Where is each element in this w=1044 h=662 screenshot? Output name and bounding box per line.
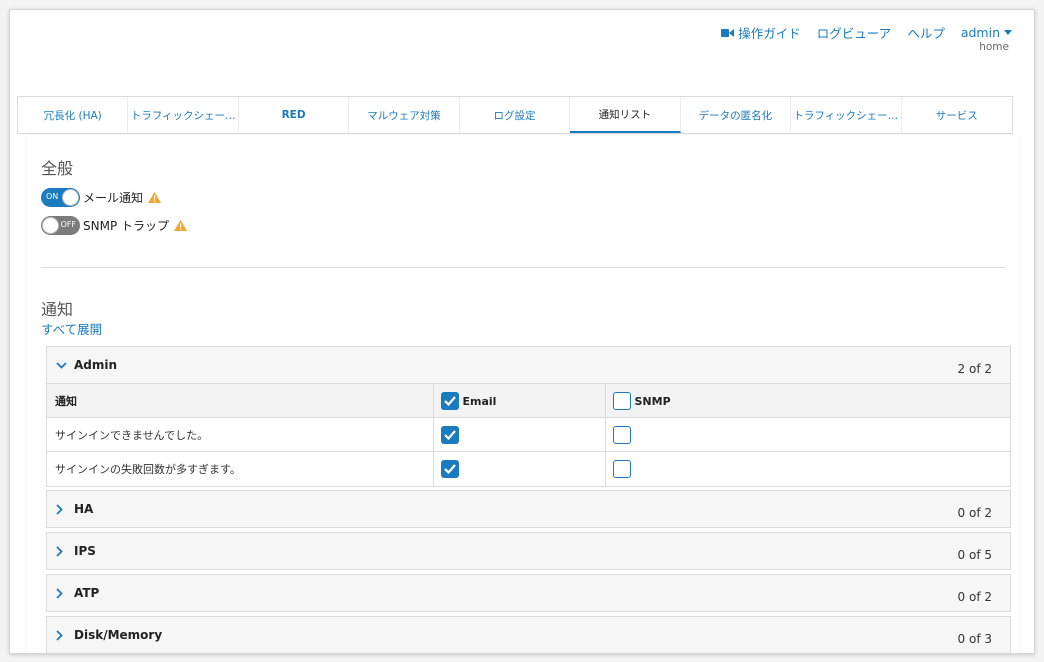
- header: 操作ガイド ログビューア ヘルプ admin home: [10, 10, 1034, 96]
- main-content: 全般 ON メール通知 OFF SNMP トラップ 通知 すべて展開 Admin…: [27, 135, 1019, 653]
- tab-bar: 冗長化 (HA) トラフィックシェー… RED マルウェア対策 ログ設定 通知リ…: [17, 96, 1013, 134]
- group-name: HA: [74, 502, 94, 516]
- chevron-right-icon: [56, 545, 70, 557]
- toggle-state-label: OFF: [60, 220, 77, 229]
- app-window: 操作ガイド ログビューア ヘルプ admin home 冗長化 (HA) トラフ…: [9, 9, 1035, 654]
- snmp-trap-row: OFF SNMP トラップ: [41, 216, 187, 235]
- snmp-select-all-checkbox[interactable]: [612, 391, 631, 410]
- chevron-right-icon: [56, 587, 70, 599]
- caret-down-icon: [1004, 30, 1012, 35]
- log-viewer-link[interactable]: ログビューア: [817, 23, 892, 42]
- admin-notification-table: 通知 Email SNMP サインインできませんでした。 サインインの失敗回数が…: [47, 383, 1010, 486]
- group-count: 0 of 2: [957, 590, 992, 604]
- tab-traffic-shaping-2[interactable]: トラフィックシェー…: [791, 97, 902, 133]
- tab-red[interactable]: RED: [239, 97, 350, 133]
- snmp-checkbox[interactable]: [612, 459, 631, 478]
- group-ips: IPS 0 of 5: [46, 532, 1011, 570]
- group-count: 0 of 5: [957, 548, 992, 562]
- group-ha-header[interactable]: HA 0 of 2: [47, 491, 1010, 527]
- tab-services[interactable]: サービス: [902, 97, 1012, 133]
- email-checkbox[interactable]: [440, 425, 459, 444]
- user-menu[interactable]: admin: [961, 25, 1012, 40]
- group-atp: ATP 0 of 2: [46, 574, 1011, 612]
- snmp-trap-label: SNMP トラップ: [83, 219, 169, 233]
- tab-ha[interactable]: 冗長化 (HA): [18, 97, 129, 133]
- group-name: Admin: [74, 358, 118, 372]
- mail-notify-row: ON メール通知: [41, 188, 162, 207]
- user-name: admin: [960, 25, 1000, 40]
- group-admin: Admin 2 of 2 通知 Email SNMP サインインできませんでした…: [46, 346, 1011, 487]
- col-email-header: Email: [433, 383, 606, 418]
- group-admin-header[interactable]: Admin 2 of 2: [47, 347, 1010, 383]
- notification-label: サインインの失敗回数が多すぎます。: [47, 451, 434, 486]
- group-ips-header[interactable]: IPS 0 of 5: [47, 533, 1010, 569]
- chevron-right-icon: [56, 503, 70, 515]
- email-select-all-checkbox[interactable]: [440, 391, 459, 410]
- tab-log-settings[interactable]: ログ設定: [460, 97, 571, 133]
- mail-notify-label: メール通知: [83, 191, 144, 205]
- location-label: home: [979, 41, 1009, 53]
- snmp-col-label: SNMP: [634, 395, 671, 408]
- tab-traffic-shaping-1[interactable]: トラフィックシェー…: [128, 97, 239, 133]
- email-checkbox[interactable]: [440, 459, 459, 478]
- mail-notify-toggle[interactable]: ON: [41, 188, 80, 207]
- top-navigation: 操作ガイド ログビューア ヘルプ admin: [705, 23, 1012, 42]
- snmp-trap-toggle[interactable]: OFF: [41, 216, 80, 235]
- table-row: サインインできませんでした。: [47, 417, 1010, 452]
- email-col-label: Email: [462, 395, 497, 408]
- tab-malware[interactable]: マルウェア対策: [349, 97, 460, 133]
- expand-all-link[interactable]: すべて展開: [41, 319, 102, 338]
- group-name: ATP: [74, 586, 100, 600]
- warning-icon: [174, 220, 187, 231]
- group-count: 2 of 2: [957, 362, 992, 376]
- guide-label: 操作ガイド: [738, 26, 801, 41]
- group-count: 0 of 3: [957, 632, 992, 646]
- group-atp-header[interactable]: ATP 0 of 2: [47, 575, 1010, 611]
- chevron-right-icon: [56, 629, 70, 641]
- col-notify-header: 通知: [47, 383, 434, 418]
- video-camera-icon: [721, 28, 735, 38]
- tab-notification-list[interactable]: 通知リスト: [570, 97, 681, 133]
- guide-link[interactable]: 操作ガイド: [721, 23, 801, 42]
- notify-title: 通知: [41, 300, 74, 319]
- tab-data-anonymization[interactable]: データの匿名化: [681, 97, 792, 133]
- chevron-down-icon: [56, 361, 70, 369]
- help-link[interactable]: ヘルプ: [907, 23, 945, 42]
- col-snmp-header: SNMP: [605, 383, 1010, 418]
- general-title: 全般: [41, 159, 74, 178]
- section-divider: [41, 267, 1006, 268]
- toggle-state-label: ON: [46, 192, 59, 201]
- group-disk-memory: Disk/Memory 0 of 3: [46, 616, 1011, 653]
- warning-icon: [148, 192, 162, 203]
- group-disk-memory-header[interactable]: Disk/Memory 0 of 3: [47, 617, 1010, 653]
- group-count: 0 of 2: [957, 506, 992, 520]
- table-header-row: 通知 Email SNMP: [47, 383, 1010, 418]
- snmp-checkbox[interactable]: [612, 425, 631, 444]
- group-name: Disk/Memory: [74, 628, 163, 642]
- table-row: サインインの失敗回数が多すぎます。: [47, 451, 1010, 486]
- notification-label: サインインできませんでした。: [47, 417, 434, 452]
- group-ha: HA 0 of 2: [46, 490, 1011, 528]
- group-name: IPS: [74, 544, 96, 558]
